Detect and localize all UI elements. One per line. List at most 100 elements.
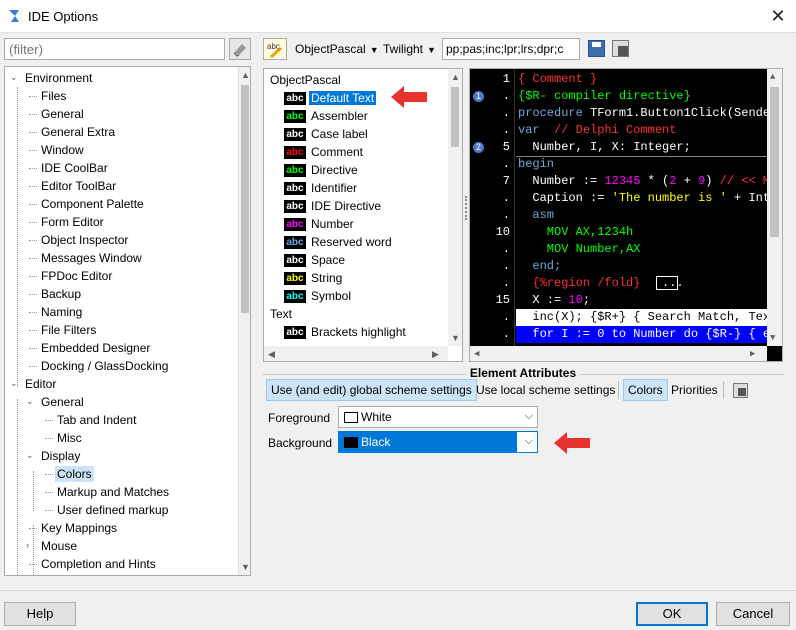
options-icon[interactable] <box>733 383 748 398</box>
code-text: Number, I, X: Integer; <box>518 139 690 156</box>
attribute-item[interactable]: abc Default Text <box>284 89 377 107</box>
attribute-item[interactable]: abc Identifier <box>284 179 359 197</box>
tree-item[interactable]: Key Mappings <box>39 519 119 537</box>
tree-item[interactable]: IDE CoolBar <box>39 159 110 177</box>
tab-local-scheme[interactable]: Use local scheme settings <box>471 379 620 401</box>
tree-connector <box>29 330 37 331</box>
tree-item[interactable]: Markup and Matches <box>55 483 171 501</box>
tree-item[interactable]: Misc <box>55 429 84 447</box>
syntax-highlight-icon[interactable]: abc <box>263 38 287 60</box>
tree-connector <box>29 132 37 133</box>
code-line: . inc(X); {$R+} { Search Match, Text <box>470 309 782 326</box>
attribute-item[interactable]: abc Reserved word <box>284 233 394 251</box>
code-scrollbar[interactable]: ▲ ▼ <box>767 69 782 346</box>
color-preview-icon: abc <box>284 164 306 178</box>
tree-item[interactable]: Editor <box>23 375 58 393</box>
close-button[interactable]: ✕ <box>764 4 792 28</box>
attribute-group-header: Text <box>270 307 293 321</box>
tree-item[interactable]: Component Palette <box>39 195 146 213</box>
attribute-label: Default Text <box>309 91 377 105</box>
file-extensions-input[interactable]: pp;pas;inc;lpr;lrs;dpr;c <box>442 38 580 60</box>
tree-item[interactable]: Naming <box>39 303 84 321</box>
tree-item[interactable]: Docking / GlassDocking <box>39 357 170 375</box>
line-number: . <box>502 327 510 341</box>
attribute-item[interactable]: abc Number <box>284 215 356 233</box>
tree-item[interactable]: General Extra <box>39 123 117 141</box>
attribute-item[interactable]: abc IDE Directive <box>284 197 383 215</box>
background-color-select[interactable]: Black ⌵ <box>338 431 538 453</box>
tree-item[interactable]: Tab and Indent <box>55 411 138 429</box>
cancel-button[interactable]: Cancel <box>716 602 790 626</box>
code-token: + <box>676 174 699 188</box>
code-text: var // Delphi Comment <box>518 122 676 139</box>
filter-input[interactable] <box>4 38 225 60</box>
tree-item[interactable]: General <box>39 105 86 123</box>
divider <box>0 590 796 591</box>
attribute-item[interactable]: abc Brackets highlight <box>284 323 408 341</box>
tree-item[interactable]: Form Editor <box>39 213 106 231</box>
tree-item[interactable]: Colors <box>55 465 94 483</box>
chevron-down-icon[interactable]: ⌄ <box>26 451 35 460</box>
options-tree[interactable]: Environment ⌄ Files General General Extra Win… <box>4 66 251 576</box>
save-icon[interactable] <box>588 40 605 57</box>
attribute-item[interactable]: abc Assembler <box>284 107 370 125</box>
chevron-down-icon[interactable]: ⌄ <box>26 397 35 406</box>
splitter-grip[interactable] <box>465 196 467 220</box>
foreground-color-select[interactable]: White ⌵ <box>338 406 538 428</box>
tree-item[interactable]: Files <box>39 87 68 105</box>
code-text: asm <box>518 207 554 224</box>
attribute-item[interactable]: abc Space <box>284 251 347 269</box>
scroll-up-arrow[interactable]: ▲ <box>241 70 250 80</box>
code-line: . 1 {$R- compiler directive} <box>470 88 782 105</box>
code-preview[interactable]: 1 { Comment }. 1 {$R- compiler directive}. p… <box>469 68 783 362</box>
bookmark-icon[interactable]: 1 <box>473 91 484 102</box>
attribute-item[interactable]: abc Symbol <box>284 287 353 305</box>
line-number: . <box>502 259 510 273</box>
tree-item[interactable]: Display <box>39 447 82 465</box>
tree-item[interactable]: Messages Window <box>39 249 144 267</box>
attribute-item[interactable]: abc Case label <box>284 125 370 143</box>
color-swatch <box>344 412 358 423</box>
tree-item[interactable]: Mouse <box>39 537 79 555</box>
color-preview-icon: abc <box>284 326 306 340</box>
ok-button[interactable]: OK <box>636 602 708 626</box>
tree-scrollbar-thumb[interactable] <box>241 85 249 313</box>
code-line: 10 MOV AX,1234h <box>470 224 782 241</box>
attribute-item[interactable]: abc String <box>284 269 344 287</box>
help-button[interactable]: Help <box>4 602 76 626</box>
attribute-list[interactable]: ObjectPascal abc Default Text abc Assembler a… <box>263 68 463 362</box>
tree-item[interactable]: Backup <box>39 285 83 303</box>
tree-item-label: FPDoc Editor <box>41 269 113 283</box>
scroll-down-arrow[interactable]: ▼ <box>241 562 250 572</box>
tab-global-scheme[interactable]: Use (and edit) global scheme settings <box>266 379 477 401</box>
chevron-down-icon[interactable]: ⌄ <box>10 73 19 82</box>
tree-item[interactable]: File Filters <box>39 321 98 339</box>
tab-colors[interactable]: Colors <box>623 379 668 401</box>
tree-item[interactable]: General <box>39 393 86 411</box>
tree-item[interactable]: Editor ToolBar <box>39 177 118 195</box>
scheme-dropdown[interactable]: Twilight ▼ <box>383 42 436 56</box>
attribute-item[interactable]: abc Directive <box>284 161 360 179</box>
tree-item[interactable]: User defined markup <box>55 501 170 519</box>
attribute-list-scrollbar[interactable]: ▲ ▼ <box>448 69 462 346</box>
foreground-label: Foreground <box>268 411 331 425</box>
tree-item[interactable]: Environment <box>23 69 94 87</box>
color-preview-icon: abc <box>284 218 306 232</box>
code-hscrollbar[interactable]: ◀ ▶ <box>470 346 767 361</box>
tree-item[interactable]: Object Inspector <box>39 231 130 249</box>
tab-priorities[interactable]: Priorities <box>666 379 723 401</box>
tree-item[interactable]: Window <box>39 141 86 159</box>
fold-marker[interactable] <box>656 276 678 290</box>
copy-scheme-icon[interactable] <box>612 40 629 57</box>
attribute-item[interactable]: abc Comment <box>284 143 365 161</box>
tree-item[interactable]: FPDoc Editor <box>39 267 114 285</box>
attribute-list-hscrollbar[interactable]: ◀ ▶ <box>264 346 448 361</box>
clear-filter-button[interactable] <box>229 38 251 60</box>
language-dropdown[interactable]: ObjectPascal ▼ <box>295 42 379 56</box>
code-token: 10 <box>568 293 583 307</box>
bookmark-icon[interactable]: 2 <box>473 142 484 153</box>
tree-item[interactable]: Embedded Designer <box>39 339 152 357</box>
tree-item-label: Naming <box>41 305 83 319</box>
tree-item-label: Embedded Designer <box>41 341 151 355</box>
tree-item[interactable]: Completion and Hints <box>39 555 158 573</box>
